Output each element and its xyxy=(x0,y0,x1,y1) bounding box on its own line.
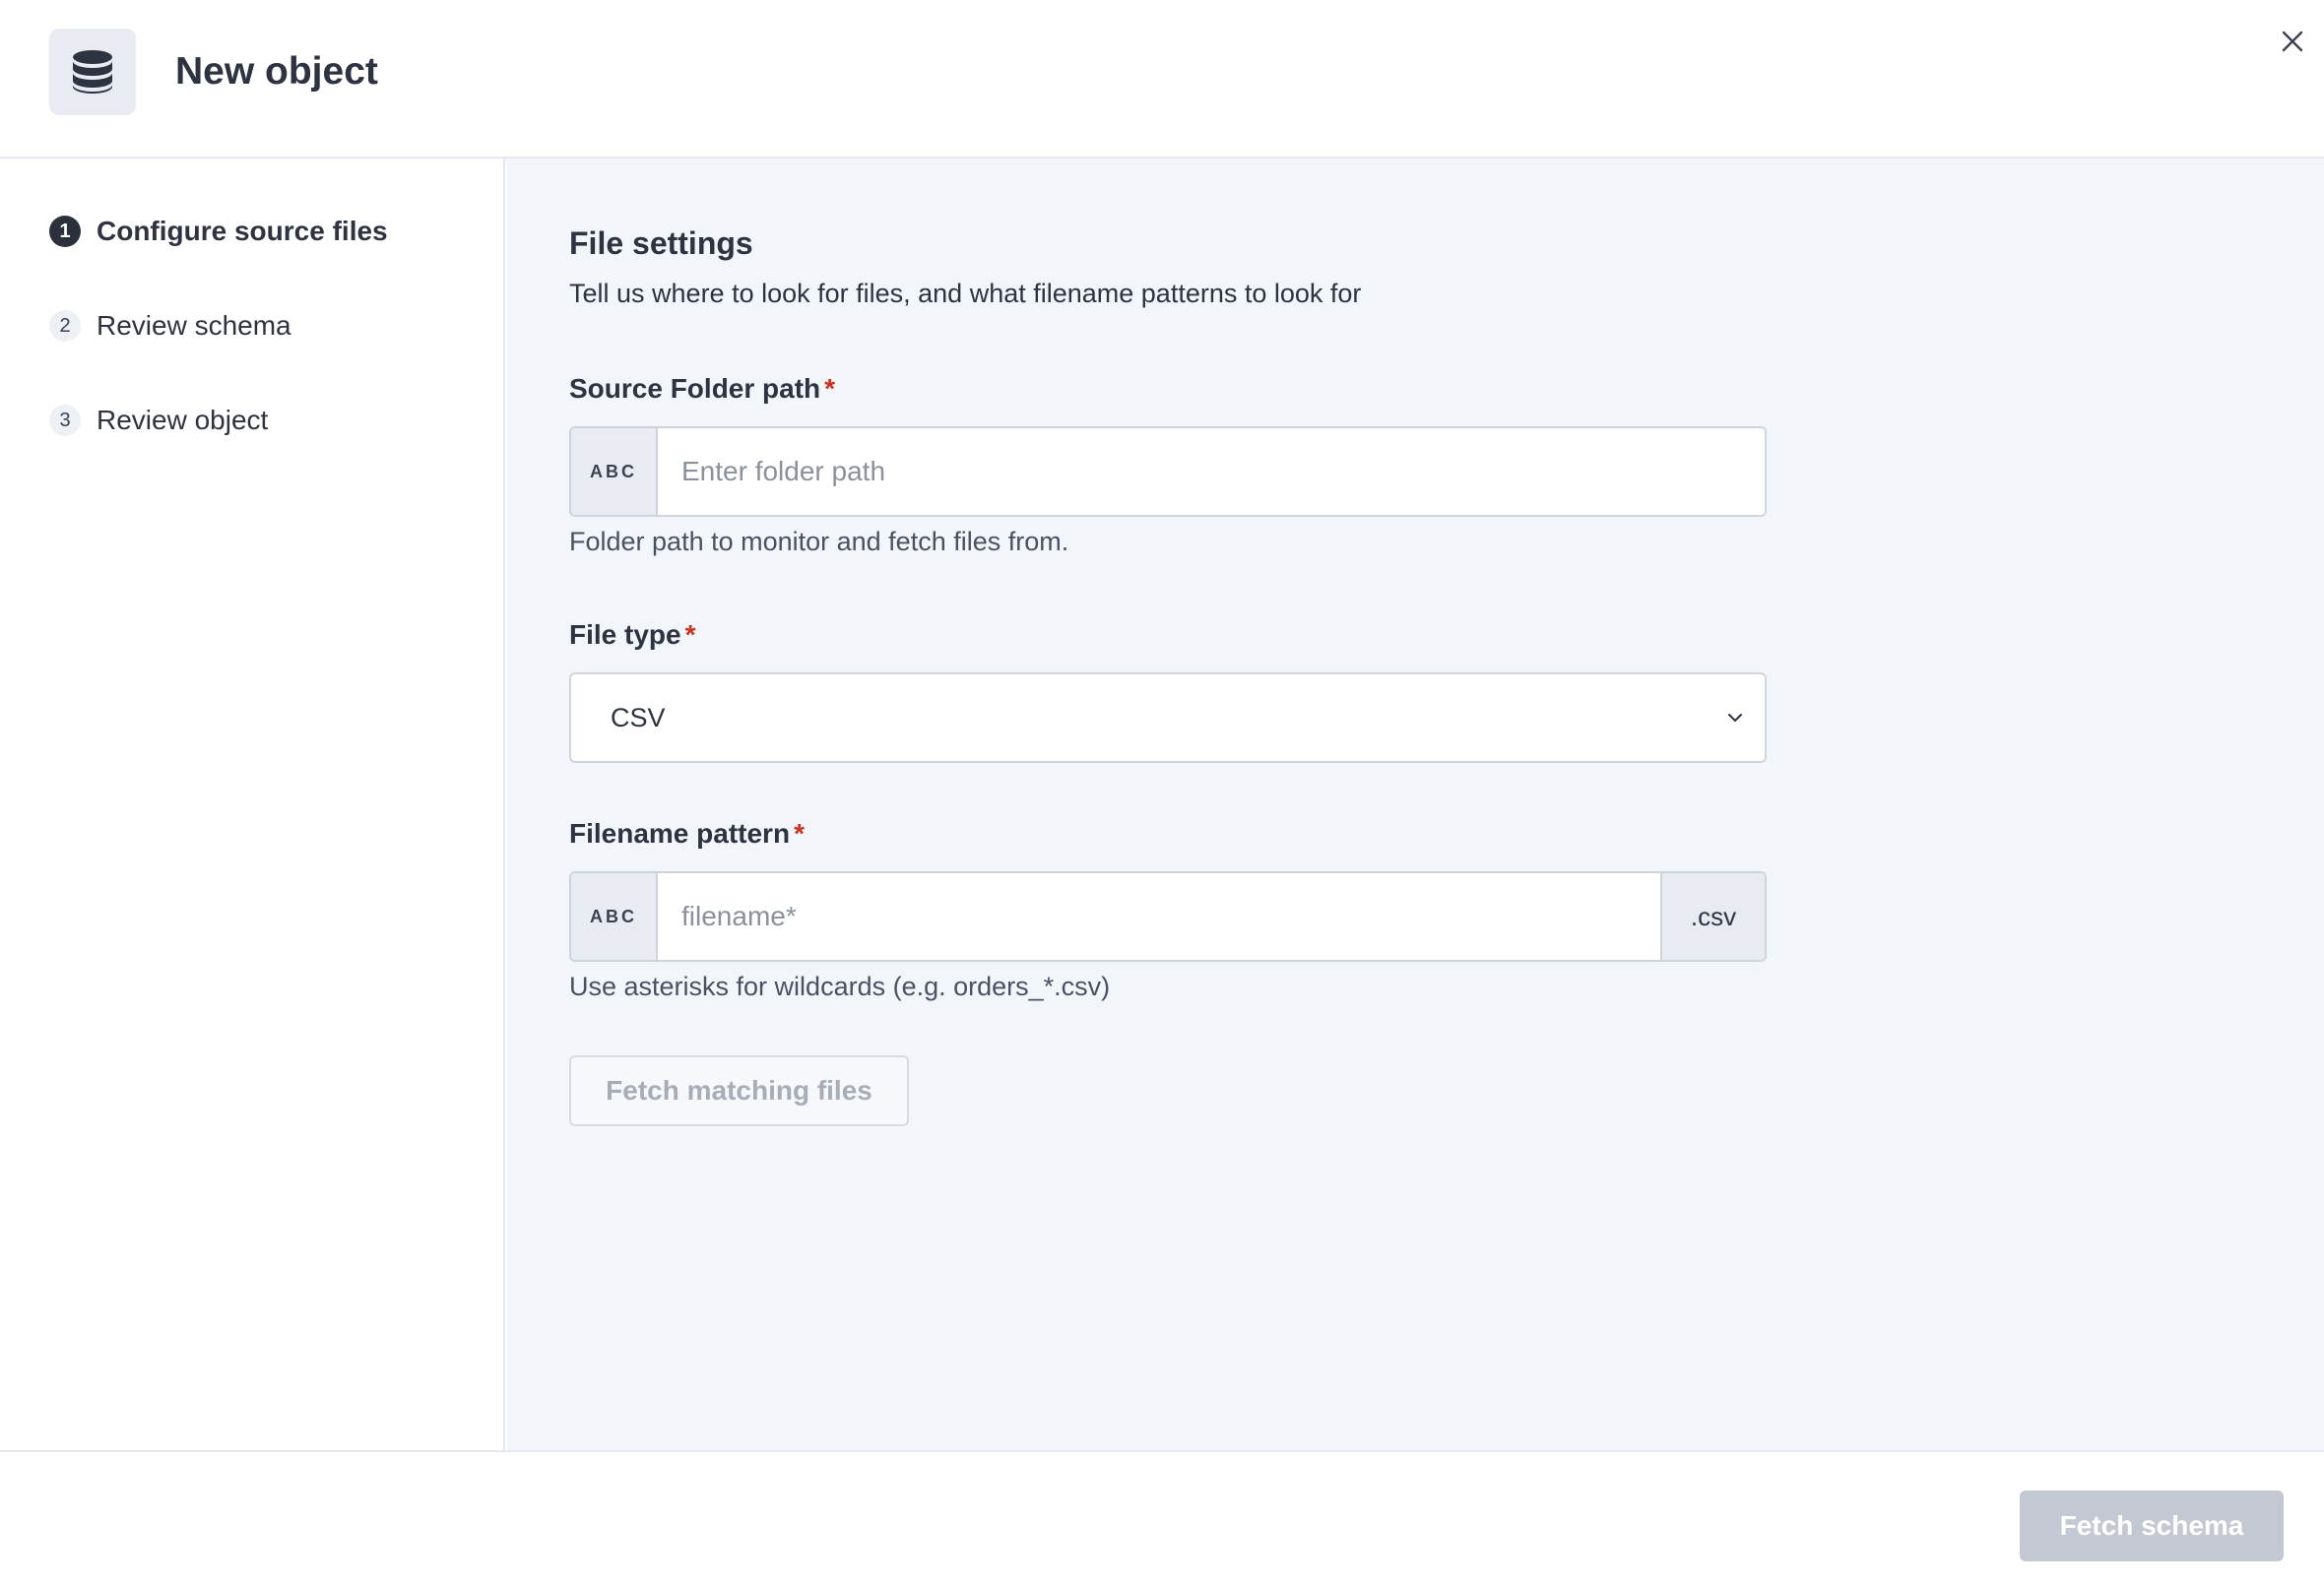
file-type-selected-value: CSV xyxy=(611,702,666,732)
source-folder-input[interactable] xyxy=(658,428,1765,515)
fetch-matching-files-button[interactable]: Fetch matching files xyxy=(569,1055,909,1126)
file-type-select[interactable]: CSV xyxy=(569,672,1767,763)
section-title: File settings xyxy=(569,225,753,261)
required-mark: * xyxy=(794,818,805,849)
step-review-schema[interactable]: 2 Review schema xyxy=(49,306,291,346)
steps-sidebar: 1 Configure source files 2 Review schema… xyxy=(0,158,505,1450)
file-type-label-text: File type xyxy=(569,619,681,650)
fetch-schema-button[interactable]: Fetch schema xyxy=(2020,1490,2284,1561)
source-folder-label: Source Folder path * xyxy=(569,373,835,405)
chevron-down-icon xyxy=(1706,712,1765,724)
step-configure-source-files[interactable]: 1 Configure source files xyxy=(49,212,388,251)
step-review-object[interactable]: 3 Review object xyxy=(49,401,268,440)
step-label: Review schema xyxy=(97,310,291,341)
step-number: 3 xyxy=(49,405,81,436)
filename-pattern-label-text: Filename pattern xyxy=(569,818,791,849)
step-label: Configure source files xyxy=(97,216,388,246)
source-folder-input-group: ABC xyxy=(569,426,1767,517)
filename-pattern-input[interactable] xyxy=(658,873,1660,960)
step-label: Review object xyxy=(97,405,269,435)
dialog-title: New object xyxy=(175,50,378,93)
dialog-header: New object xyxy=(0,0,2324,158)
close-icon[interactable] xyxy=(2273,22,2312,61)
dialog-footer: Fetch schema xyxy=(0,1450,2324,1585)
database-icon xyxy=(49,29,136,115)
text-type-badge: ABC xyxy=(571,428,658,515)
filename-pattern-input-group: ABC .csv xyxy=(569,871,1767,962)
required-mark: * xyxy=(684,619,696,650)
new-object-dialog: New object 1 Configure source files 2 Re… xyxy=(0,0,2324,1585)
main-panel: File settings Tell us where to look for … xyxy=(507,158,2324,1450)
source-folder-help: Folder path to monitor and fetch files f… xyxy=(569,527,1069,556)
filename-pattern-label: Filename pattern * xyxy=(569,818,805,850)
file-extension-suffix: .csv xyxy=(1660,873,1765,960)
source-folder-label-text: Source Folder path xyxy=(569,373,821,404)
step-number: 2 xyxy=(49,310,81,342)
filename-pattern-help: Use asterisks for wildcards (e.g. orders… xyxy=(569,972,1111,1001)
file-type-label: File type * xyxy=(569,619,696,651)
step-number: 1 xyxy=(49,216,81,247)
section-description: Tell us where to look for files, and wha… xyxy=(569,279,1362,308)
text-type-badge: ABC xyxy=(571,873,658,960)
required-mark: * xyxy=(824,373,836,404)
